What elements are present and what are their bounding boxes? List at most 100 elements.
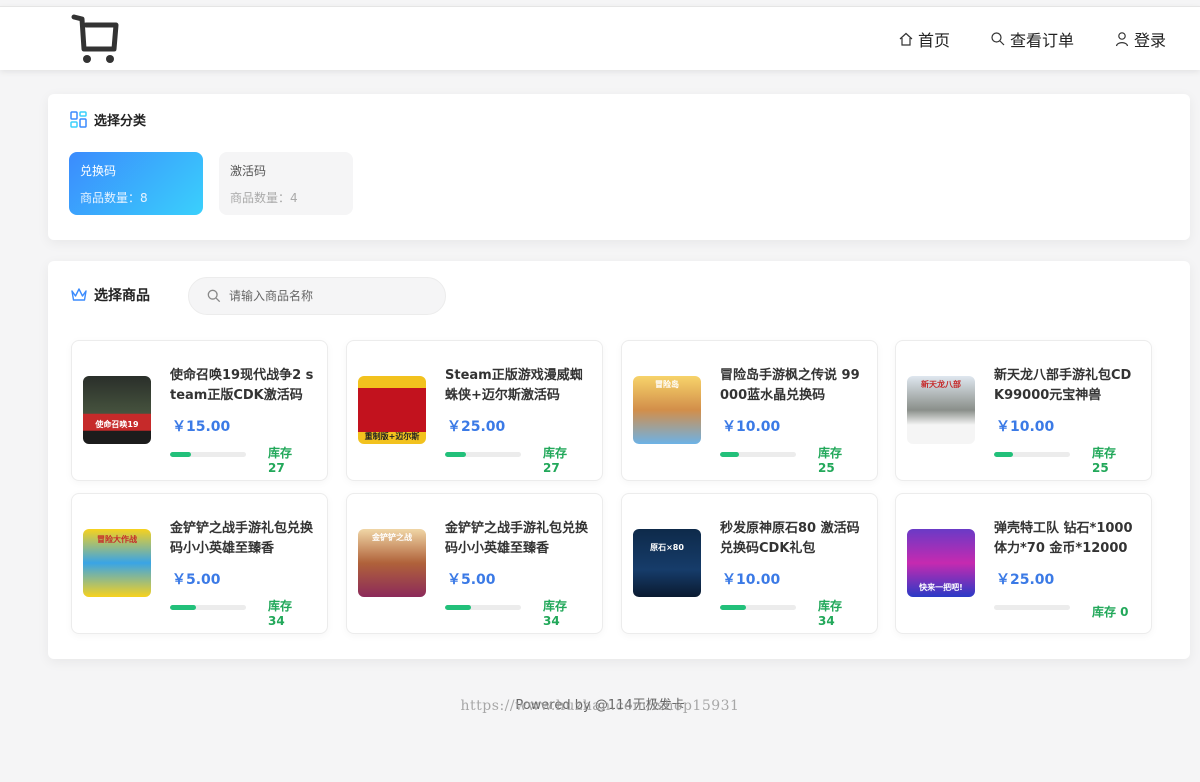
product-price: ￥10.00	[722, 419, 781, 435]
product-thumbnail: 冒险大作战	[83, 529, 151, 597]
main-nav: 首页 查看订单 登录	[898, 27, 1166, 51]
product-thumbnail: 金铲铲之战	[358, 529, 426, 597]
user-icon	[1115, 32, 1129, 47]
product-price: ￥25.00	[996, 572, 1055, 588]
product-search[interactable]	[188, 277, 446, 315]
category-name: 兑换码	[80, 164, 117, 178]
stock-info: 库存 25	[1092, 446, 1116, 476]
search-icon	[207, 289, 221, 303]
stock-count: 34	[818, 614, 835, 628]
watermark-text: https://www.huzhan.com/ishop15931	[460, 698, 740, 714]
category-name: 激活码	[230, 164, 267, 178]
product-name: 金铲铲之战手游礼包兑换码小小英雄至臻香	[170, 521, 314, 556]
product-title-text: 选择商品	[94, 288, 150, 304]
stock-bar-fill	[720, 605, 746, 610]
stock-bar-fill	[170, 452, 191, 457]
stock-count: 25	[1092, 461, 1109, 475]
nav-orders-label: 查看订单	[1009, 31, 1074, 50]
stock-bar	[720, 605, 796, 610]
stock-bar-fill	[720, 452, 739, 457]
product-card[interactable]: 金铲铲之战 金铲铲之战手游礼包兑换码小小英雄至臻香 ￥5.00 库存 34	[346, 493, 603, 634]
cart-logo-icon[interactable]	[70, 13, 120, 65]
category-tile-activation-code[interactable]: 激活码 商品数量：4	[219, 152, 353, 215]
stock-label: 库存	[543, 446, 568, 460]
stock-info: 库存 27	[543, 446, 567, 476]
stock-bar-fill	[994, 452, 1013, 457]
grid-icon	[70, 110, 87, 128]
nav-login[interactable]: 登录	[1114, 27, 1166, 51]
product-name: 弹壳特工队 钻石*1000体力*70 金币*12000	[994, 521, 1133, 556]
product-card[interactable]: 新天龙八部 新天龙八部手游礼包CDK99000元宝神兽 ￥10.00 库存 25	[895, 340, 1152, 481]
stock-bar	[445, 452, 521, 457]
category-title: 选择分类	[70, 110, 146, 129]
product-search-input[interactable]	[229, 289, 429, 303]
stock-info: 库存 34	[268, 599, 292, 629]
product-thumbnail: 原石×80	[633, 529, 701, 597]
stock-info: 库存 0	[1092, 605, 1129, 620]
stock-label: 库存	[818, 599, 843, 613]
product-thumbnail: 新天龙八部	[907, 376, 975, 444]
stock-info: 库存 34	[818, 599, 842, 629]
stock-bar	[994, 605, 1070, 610]
stock-label: 库存	[543, 599, 568, 613]
product-title: 选择商品	[70, 285, 150, 305]
stock-info: 库存 25	[818, 446, 842, 476]
product-name: 金铲铲之战手游礼包兑换码小小英雄至臻香	[445, 521, 589, 556]
stock-label: 库存 0	[1092, 605, 1129, 619]
product-thumbnail: 重制版+迈尔斯	[358, 376, 426, 444]
stock-bar	[170, 452, 246, 457]
product-thumbnail-text: 快来一把吧!	[919, 583, 963, 592]
stock-count: 25	[818, 461, 835, 475]
stock-bar-fill	[445, 452, 466, 457]
nav-orders[interactable]: 查看订单	[990, 27, 1074, 51]
product-thumbnail-text: 冒险大作战	[97, 535, 137, 544]
stock-bar	[720, 452, 796, 457]
category-count: 商品数量：8	[80, 191, 148, 205]
product-panel: 选择商品 使命召唤19 使命召唤19现代战争2 steam正版CDK激活码 ￥15.…	[48, 261, 1190, 659]
stock-count: 34	[268, 614, 285, 628]
product-price: ￥5.00	[447, 572, 496, 588]
stock-info: 库存 27	[268, 446, 292, 476]
stock-info: 库存 34	[543, 599, 567, 629]
stock-count: 34	[543, 614, 560, 628]
stock-count: 27	[268, 461, 285, 475]
nav-home-label: 首页	[917, 31, 950, 50]
product-name: 秒发原神原石80 激活码兑换码CDK礼包	[720, 521, 860, 556]
category-title-text: 选择分类	[94, 114, 147, 129]
product-card[interactable]: 冒险岛 冒险岛手游枫之传说 99000蓝水晶兑换码 ￥10.00 库存 25	[621, 340, 878, 481]
category-count: 商品数量：4	[230, 191, 298, 205]
product-card[interactable]: 使命召唤19 使命召唤19现代战争2 steam正版CDK激活码 ￥15.00 库存 2…	[71, 340, 328, 481]
product-thumbnail: 使命召唤19	[83, 376, 151, 444]
nav-home[interactable]: 首页	[898, 27, 950, 51]
product-price: ￥25.00	[447, 419, 506, 435]
stock-bar-fill	[445, 605, 471, 610]
product-thumbnail-text: 使命召唤19	[95, 420, 139, 429]
product-thumbnail-text: 冒险岛	[655, 380, 679, 389]
category-panel: 选择分类 兑换码 商品数量：8 激活码 商品数量：4	[48, 94, 1190, 240]
product-card[interactable]: 重制版+迈尔斯 Steam正版游戏漫威蜘蛛侠+迈尔斯激活码 ￥25.00 库存 27	[346, 340, 603, 481]
top-header: 首页 查看订单 登录	[0, 6, 1200, 70]
product-thumbnail-text: 金铲铲之战	[372, 533, 412, 542]
stock-label: 库存	[268, 446, 293, 460]
product-name: Steam正版游戏漫威蜘蛛侠+迈尔斯激活码	[445, 368, 583, 403]
product-card[interactable]: 冒险大作战 金铲铲之战手游礼包兑换码小小英雄至臻香 ￥5.00 库存 34	[71, 493, 328, 634]
stock-label: 库存	[268, 599, 293, 613]
category-tile-redeem-code[interactable]: 兑换码 商品数量：8	[69, 152, 203, 215]
nav-login-label: 登录	[1133, 31, 1166, 50]
stock-bar	[445, 605, 521, 610]
product-price: ￥15.00	[172, 419, 231, 435]
product-name: 新天龙八部手游礼包CDK99000元宝神兽	[994, 368, 1132, 403]
stock-bar	[170, 605, 246, 610]
product-card[interactable]: 快来一把吧! 弹壳特工队 钻石*1000体力*70 金币*12000 ￥25.00 库…	[895, 493, 1152, 634]
product-price: ￥10.00	[996, 419, 1055, 435]
product-name: 使命召唤19现代战争2 steam正版CDK激活码	[170, 368, 314, 403]
product-thumbnail: 冒险岛	[633, 376, 701, 444]
product-card[interactable]: 原石×80 秒发原神原石80 激活码兑换码CDK礼包 ￥10.00 库存 34	[621, 493, 878, 634]
stock-bar-fill	[170, 605, 196, 610]
stock-label: 库存	[818, 446, 843, 460]
product-thumbnail-text: 新天龙八部	[921, 380, 961, 389]
product-name: 冒险岛手游枫之传说 99000蓝水晶兑换码	[720, 368, 860, 403]
home-icon	[899, 32, 913, 46]
crown-icon	[71, 288, 87, 301]
product-price: ￥10.00	[722, 572, 781, 588]
